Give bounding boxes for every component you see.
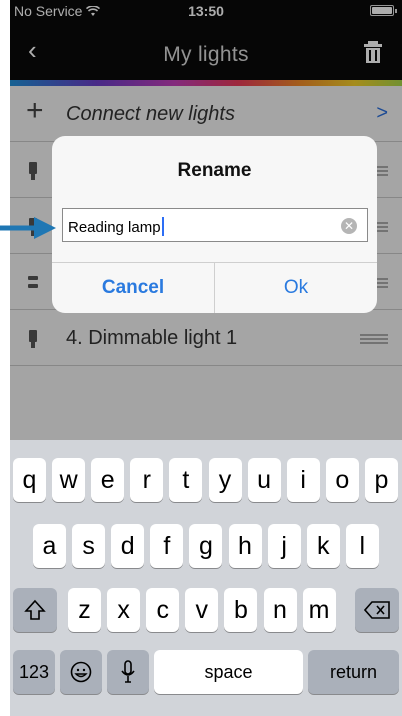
key-s[interactable]: s xyxy=(72,524,106,568)
key-x[interactable]: x xyxy=(107,588,141,632)
key-r[interactable]: r xyxy=(130,458,164,502)
rename-input[interactable]: Reading lamp ✕ xyxy=(62,208,368,242)
key-d[interactable]: d xyxy=(111,524,145,568)
cancel-button[interactable]: Cancel xyxy=(52,263,215,313)
key-v[interactable]: v xyxy=(185,588,219,632)
annotation-arrow-icon xyxy=(0,217,56,239)
key-e[interactable]: e xyxy=(91,458,125,502)
dictation-key[interactable] xyxy=(107,650,149,694)
key-k[interactable]: k xyxy=(306,524,340,568)
space-key[interactable]: space xyxy=(154,650,303,694)
key-j[interactable]: j xyxy=(267,524,301,568)
rename-dialog: Rename Reading lamp ✕ Cancel Ok xyxy=(52,136,377,313)
emoji-icon xyxy=(70,661,92,683)
key-z[interactable]: z xyxy=(68,588,101,632)
key-t[interactable]: t xyxy=(169,458,203,502)
numbers-key[interactable]: 123 xyxy=(13,650,55,694)
key-f[interactable]: f xyxy=(150,524,184,568)
ok-button[interactable]: Ok xyxy=(215,263,377,313)
clear-text-icon[interactable]: ✕ xyxy=(341,218,357,234)
key-q[interactable]: q xyxy=(13,458,46,502)
shift-key[interactable] xyxy=(13,588,57,632)
key-i[interactable]: i xyxy=(286,458,320,502)
key-c[interactable]: c xyxy=(146,588,180,632)
key-n[interactable]: n xyxy=(263,588,297,632)
key-g[interactable]: g xyxy=(189,524,223,568)
key-h[interactable]: h xyxy=(228,524,262,568)
key-u[interactable]: u xyxy=(247,458,281,502)
delete-key[interactable] xyxy=(355,588,399,632)
key-o[interactable]: o xyxy=(325,458,359,502)
key-a[interactable]: a xyxy=(33,524,66,568)
key-w[interactable]: w xyxy=(52,458,86,502)
key-y[interactable]: y xyxy=(208,458,242,502)
onscreen-keyboard: qwertyuiop asdfghjkl zxcvbnm 123 space r… xyxy=(10,440,402,716)
key-p[interactable]: p xyxy=(364,458,398,502)
return-key[interactable]: return xyxy=(308,650,399,694)
emoji-key[interactable] xyxy=(60,650,102,694)
key-m[interactable]: m xyxy=(302,588,336,632)
text-cursor xyxy=(161,217,164,236)
key-l[interactable]: l xyxy=(345,524,379,568)
shift-icon xyxy=(24,599,46,620)
phone-screen: No Service 13:50 ‹ My lights + Connect n… xyxy=(10,0,402,716)
key-b[interactable]: b xyxy=(224,588,258,632)
backspace-icon xyxy=(363,601,390,619)
rename-input-value: Reading lamp xyxy=(68,219,161,236)
dialog-actions: Cancel Ok xyxy=(52,262,377,313)
dialog-title: Rename xyxy=(177,160,252,181)
microphone-icon xyxy=(121,660,135,683)
